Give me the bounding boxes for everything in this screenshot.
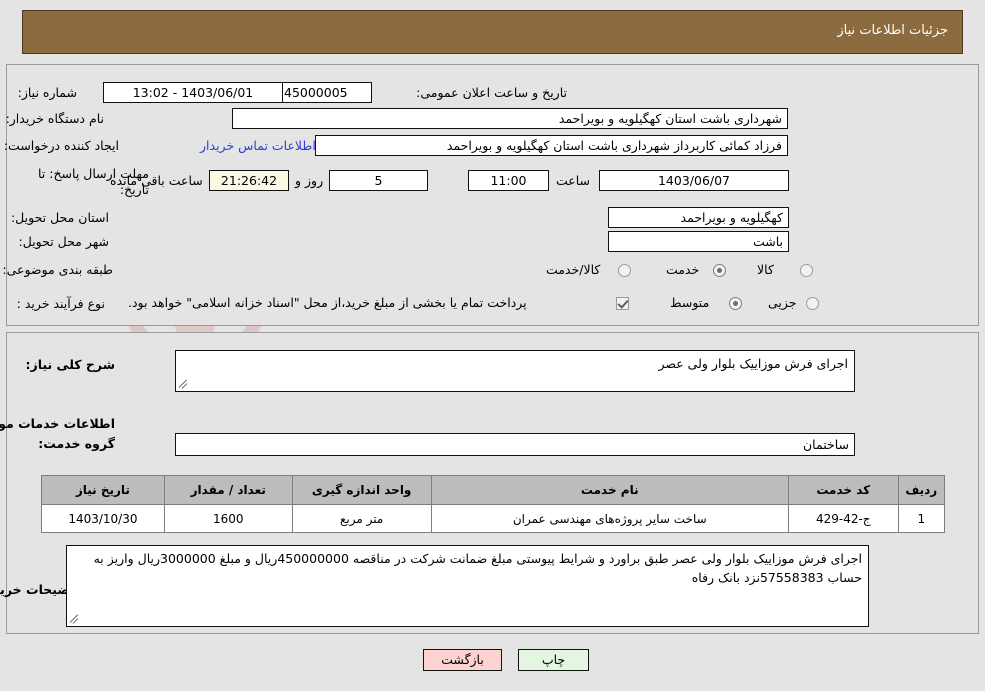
th-unit: واحد اندازه گیری — [291, 475, 432, 505]
radio-category-kala-label: کالا — [757, 262, 774, 277]
radio-process-jozii-label: جزیی — [768, 295, 797, 310]
buyer-notes-textarea[interactable]: اجرای فرش موزاییک بلوار ولی عصر طبق براو… — [66, 545, 869, 627]
radio-category-kala-khedmat[interactable] — [618, 264, 631, 277]
city-label: شهر محل تحویل: — [18, 234, 109, 249]
deadline-date-value[interactable]: 1403/06/07 — [599, 170, 789, 191]
td-name: ساخت سایر پروژه‌های مهندسی عمران — [430, 504, 789, 533]
deadline-hour-label: ساعت — [556, 173, 591, 188]
public-announce-value[interactable]: 1403/06/01 - 13:02 — [103, 82, 283, 103]
service-group-value[interactable]: ساختمان — [175, 433, 855, 456]
td-unit: متر مربع — [291, 504, 432, 533]
general-desc-textarea[interactable]: اجرای فرش موزاییک بلوار ولی عصر — [175, 350, 855, 392]
th-code: کد خدمت — [787, 475, 899, 505]
general-desc-label: شرح کلی نیاز: — [25, 357, 115, 372]
radio-category-kala-khedmat-label: کالا/خدمت — [546, 262, 601, 277]
page-root: AriaTender.net جزئیات اطلاعات نیاز شماره… — [0, 0, 985, 691]
remaining-countdown-value: 21:26:42 — [209, 170, 289, 191]
remaining-days-value[interactable]: 5 — [329, 170, 428, 191]
need-info-panel — [6, 64, 979, 326]
print-button[interactable]: چاپ — [518, 649, 589, 671]
radio-process-jozii[interactable] — [806, 297, 819, 310]
remaining-suffix-label: ساعت باقی مانده — [110, 173, 203, 188]
treasury-checkbox[interactable] — [616, 297, 629, 310]
td-date: 1403/10/30 — [41, 504, 165, 533]
radio-process-motavaset[interactable] — [729, 297, 742, 310]
radio-process-motavaset-label: متوسط — [670, 295, 710, 310]
radio-category-khedmat-label: خدمت — [666, 262, 700, 277]
requester-label: ایجاد کننده درخواست: — [3, 138, 119, 153]
public-announce-label: تاریخ و ساعت اعلان عمومی: — [416, 85, 567, 100]
resize-grip-icon[interactable] — [178, 378, 190, 390]
city-value[interactable]: باشت — [608, 231, 789, 252]
service-group-label: گروه خدمت: — [38, 436, 115, 451]
th-name: نام خدمت — [430, 475, 789, 505]
treasury-note-label: پرداخت تمام یا بخشی از مبلغ خرید،از محل … — [128, 295, 527, 310]
th-qty: تعداد / مقدار — [163, 475, 293, 505]
requester-value[interactable]: فرزاد کمائی کاربرداز شهرداری باشت استان … — [315, 135, 788, 156]
services-table: ردیف کد خدمت نام خدمت واحد اندازه گیری ت… — [41, 475, 946, 533]
td-code: ج-42-429 — [787, 504, 899, 533]
province-value[interactable]: کهگیلویه و بویراحمد — [608, 207, 789, 228]
remaining-days-label: روز و — [295, 173, 324, 188]
radio-category-kala[interactable] — [800, 264, 813, 277]
buyer-notes-value: اجرای فرش موزاییک بلوار ولی عصر طبق براو… — [93, 551, 862, 585]
process-label: نوع فرآیند خرید : — [16, 296, 105, 311]
province-label: استان محل تحویل: — [10, 210, 109, 225]
need-number-label: شماره نیاز: — [17, 85, 77, 100]
radio-category-khedmat[interactable] — [713, 264, 726, 277]
buyer-org-value[interactable]: شهرداری باشت استان کهگیلویه و بویراحمد — [232, 108, 788, 129]
td-qty: 1600 — [163, 504, 293, 533]
general-desc-value: اجرای فرش موزاییک بلوار ولی عصر — [658, 356, 849, 371]
th-row: ردیف — [897, 475, 946, 505]
back-button[interactable]: بازگشت — [423, 649, 502, 671]
services-heading: اطلاعات خدمات مورد نیاز — [0, 416, 115, 431]
page-title: جزئیات اطلاعات نیاز — [837, 23, 948, 38]
th-date: تاریخ نیاز — [41, 475, 165, 505]
td-row: 1 — [897, 504, 946, 533]
table-row: 1 ج-42-429 ساخت سایر پروژه‌های مهندسی عم… — [41, 504, 946, 533]
deadline-hour-value[interactable]: 11:00 — [468, 170, 549, 191]
category-label: طبقه بندی موضوعی: — [2, 262, 113, 277]
buyer-org-label: نام دستگاه خریدار: — [5, 111, 104, 126]
buyer-contact-link[interactable]: اطلاعات تماس خریدار — [200, 138, 316, 153]
header-bar: جزئیات اطلاعات نیاز — [22, 10, 963, 54]
resize-grip-icon[interactable] — [69, 613, 81, 625]
table-header-row: ردیف کد خدمت نام خدمت واحد اندازه گیری ت… — [41, 475, 946, 505]
